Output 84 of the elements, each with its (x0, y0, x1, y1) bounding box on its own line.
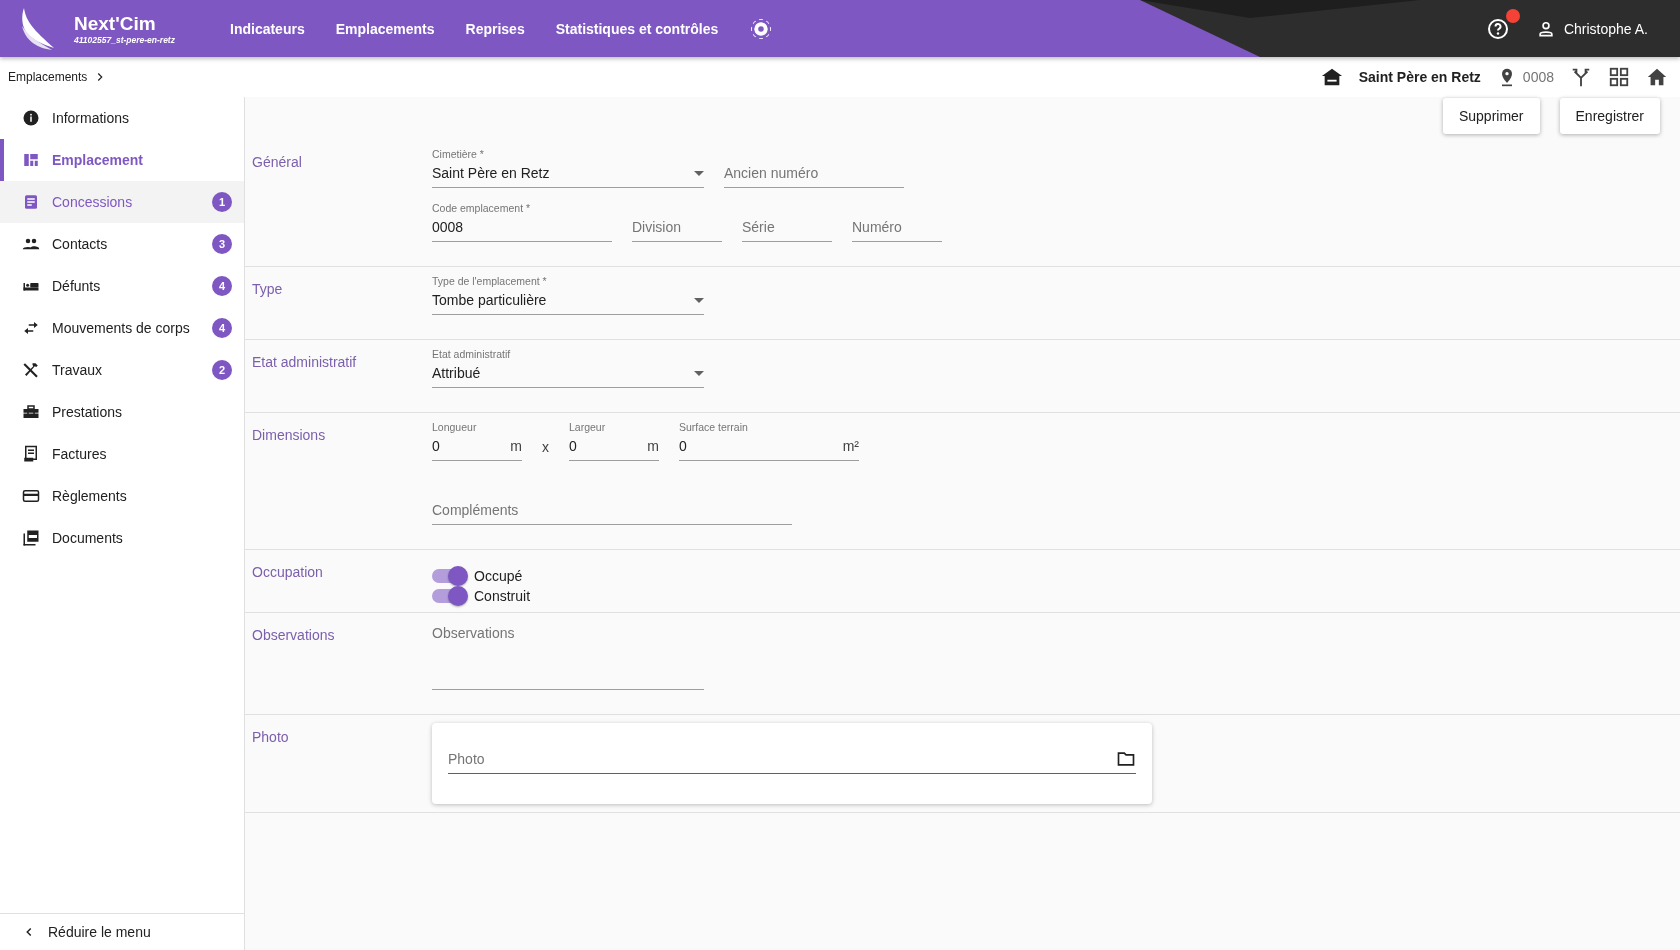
field-label: Etat administratif (432, 348, 511, 360)
select-field[interactable]: Attribué (432, 365, 690, 381)
sidebar-item[interactable]: Travaux 2 (0, 349, 244, 391)
sidebar-item[interactable]: Défunts 4 (0, 265, 244, 307)
toggle-switch[interactable]: Occupé (432, 568, 523, 584)
fork-arrows-icon (1570, 66, 1592, 88)
sidebar-item[interactable]: Documents (0, 517, 244, 559)
switch-track[interactable] (432, 589, 466, 603)
section-title: Type (252, 280, 284, 299)
nav-link[interactable]: Reprises (465, 20, 525, 37)
input-field[interactable]: Division (632, 219, 722, 235)
toggle-switch[interactable]: Construit (432, 588, 531, 604)
credit-card-icon (22, 487, 40, 505)
unit-label: m² (842, 438, 859, 454)
info-icon (22, 109, 40, 127)
folder-icon (1116, 749, 1136, 769)
field-label: Surface terrain (679, 421, 748, 433)
field-label: Largeur (569, 421, 606, 433)
section-title: Dimensions (252, 426, 327, 445)
input-field[interactable]: Ancien numéro (724, 165, 904, 181)
sidebar-item[interactable]: Contacts 3 (0, 223, 244, 265)
select-field[interactable]: Tombe particulière (432, 292, 690, 308)
select-field[interactable]: Saint Père en Retz (432, 165, 690, 181)
sidebar-item[interactable]: Factures (0, 433, 244, 475)
caret-down-icon[interactable] (694, 370, 704, 376)
home-icon (1646, 66, 1668, 88)
section-title: Observations (252, 626, 336, 645)
count-badge: 4 (212, 276, 232, 296)
nav-link[interactable]: Statistiques et contrôles (555, 20, 719, 37)
location-code: 0008 (1522, 69, 1554, 85)
house-icon (1320, 66, 1343, 88)
document-icon (22, 193, 40, 211)
count-badge: 4 (212, 318, 232, 338)
sidebar-item[interactable]: Mouvements de corps 4 (0, 307, 244, 349)
sidebar-item[interactable]: Concessions 1 (0, 181, 244, 223)
sidebar-item[interactable]: Informations (0, 97, 244, 139)
dashboard-icon (22, 151, 40, 169)
field-label: Code emplacement * (432, 202, 531, 214)
switch-track[interactable] (432, 569, 466, 583)
field-label: Cimetière * (432, 148, 484, 160)
input-field[interactable]: 0008 (432, 219, 612, 235)
caret-down-icon[interactable] (694, 170, 704, 176)
instance-id: 41102557_st-pere-en-retz (74, 34, 175, 45)
app-name: Next'Cim (74, 12, 157, 35)
action-button[interactable]: Supprimer (1442, 98, 1540, 134)
nav-link[interactable]: Emplacements (335, 20, 435, 37)
section-title: Général (252, 153, 303, 172)
caret-down-icon[interactable] (694, 297, 704, 303)
tools-icon (22, 361, 40, 379)
count-badge: 3 (212, 234, 232, 254)
toolbox-icon (22, 403, 40, 421)
unit-label: m (647, 438, 659, 454)
times-sign: x (542, 439, 549, 457)
file-input-field[interactable]: Photo (448, 751, 1116, 767)
input-field[interactable]: Numéro (852, 219, 942, 235)
sidebar-item[interactable]: Règlements (0, 475, 244, 517)
unit-label: m (510, 438, 522, 454)
input-field[interactable]: Compléments (432, 502, 792, 518)
collapse-menu-button[interactable]: Réduire le menu (0, 913, 244, 950)
grid-icon (1608, 66, 1630, 88)
section-title: Occupation (252, 563, 324, 582)
section-title: Photo (252, 728, 290, 747)
field-label: Longueur (432, 421, 477, 433)
user-menu[interactable]: Christophe A. (1535, 18, 1648, 39)
cemetery-name: Saint Père en Retz (1358, 69, 1481, 85)
sidebar-item[interactable]: Prestations (0, 391, 244, 433)
input-field[interactable]: 0 (432, 438, 507, 454)
count-badge: 2 (212, 360, 232, 380)
receipt-icon (22, 445, 40, 463)
action-button[interactable]: Enregistrer (1559, 98, 1660, 134)
pdf-file-icon (22, 529, 40, 547)
nav-link[interactable]: Indicateurs (230, 20, 305, 37)
swap-arrows-icon (22, 319, 40, 337)
textarea-field[interactable]: Observations (432, 621, 704, 687)
settings-icon (749, 16, 774, 41)
breadcrumb-link[interactable]: Emplacements (8, 70, 88, 84)
field-label: Type de l'emplacement * (432, 275, 547, 287)
count-badge: 1 (212, 192, 232, 212)
help-icon (1485, 16, 1510, 41)
section-title: Etat administratif (252, 353, 358, 372)
input-field[interactable]: 0 (569, 438, 644, 454)
input-field[interactable]: 0 (679, 438, 839, 454)
input-field[interactable]: Série (742, 219, 832, 235)
sidebar-item[interactable]: Emplacement (0, 139, 244, 181)
